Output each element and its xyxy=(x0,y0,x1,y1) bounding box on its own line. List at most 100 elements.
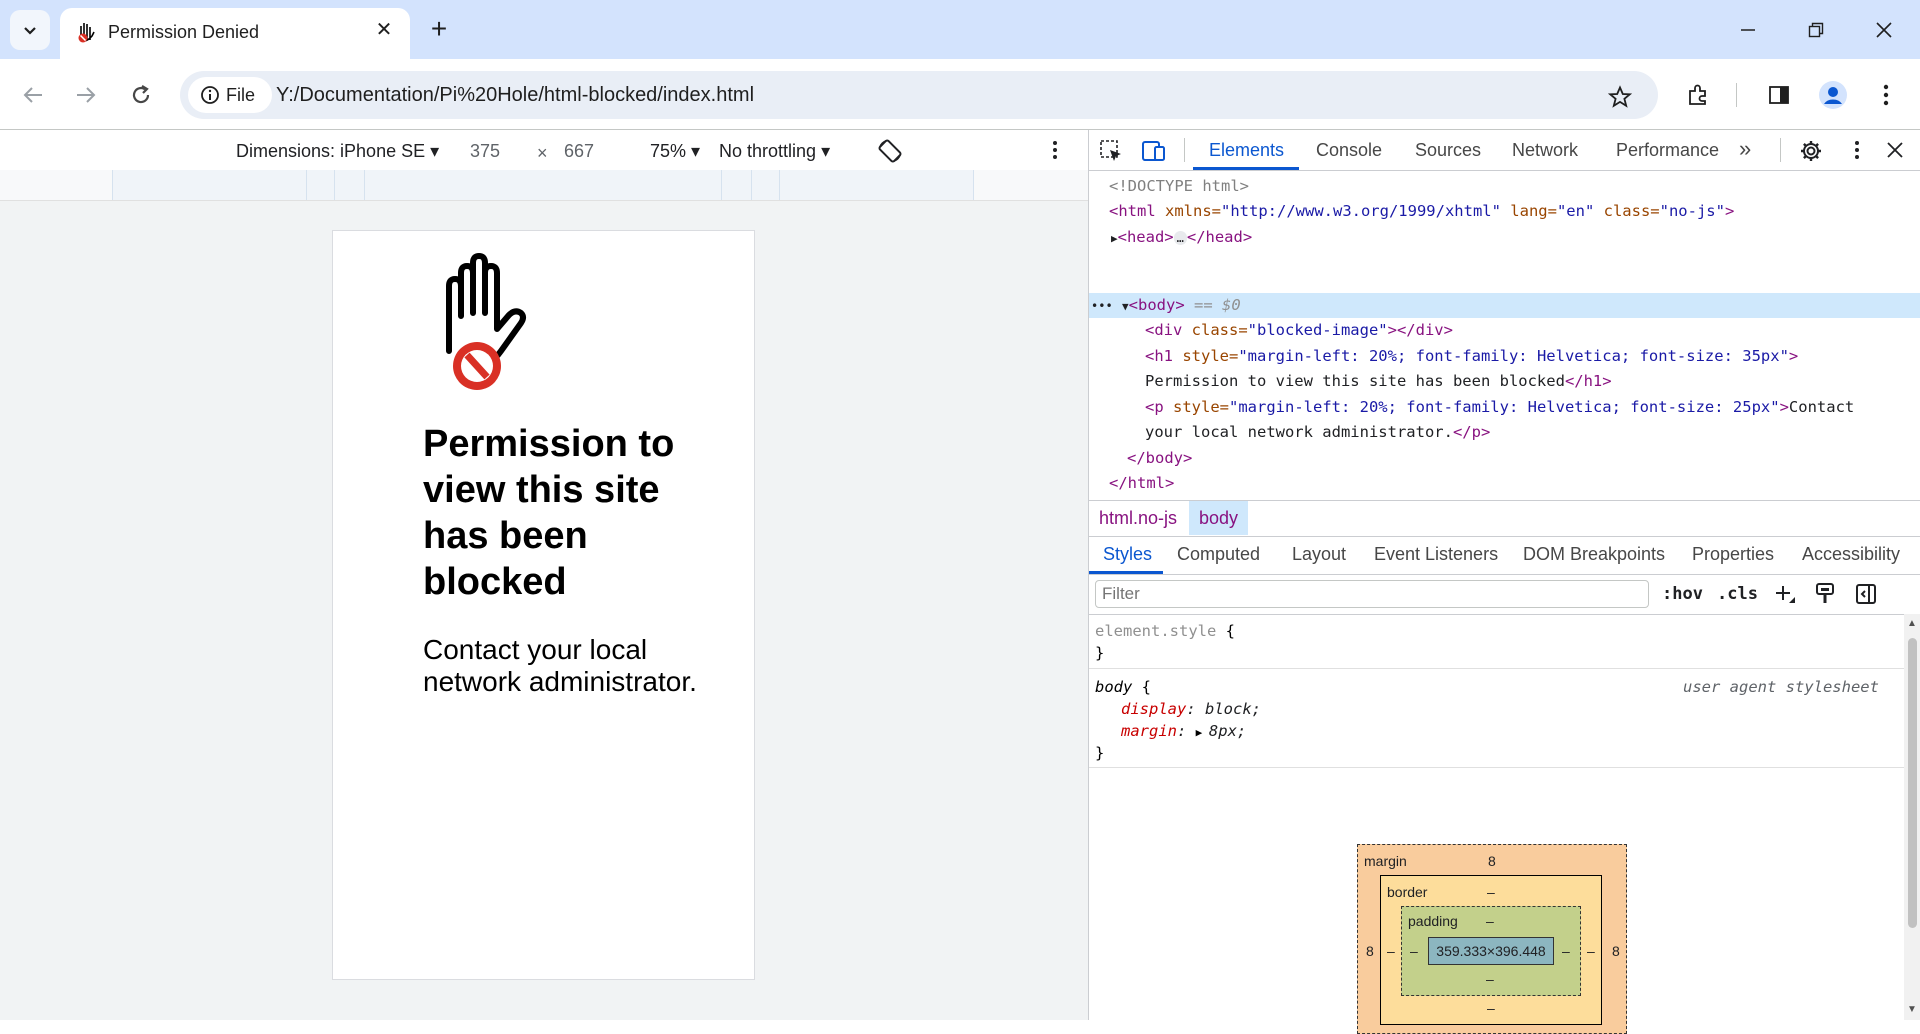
dom-node-head[interactable]: ▶<head>… </head> xyxy=(1111,225,1252,250)
expand-triangle-icon[interactable]: ▶ xyxy=(1196,726,1209,739)
close-devtools-icon[interactable] xyxy=(1886,141,1904,164)
tab-event-listeners[interactable]: Event Listeners xyxy=(1374,544,1498,565)
site-info-chip[interactable]: File xyxy=(188,77,272,113)
tab-search-button[interactable] xyxy=(10,10,50,50)
scroll-up-arrow-icon[interactable]: ▲ xyxy=(1907,618,1917,629)
browser-menu-icon[interactable] xyxy=(1866,75,1906,115)
css-declaration[interactable]: display: block; xyxy=(1121,698,1261,720)
tab-elements[interactable]: Elements xyxy=(1209,140,1284,161)
dom-node-body-close[interactable]: </body> xyxy=(1127,446,1192,471)
dom-node-p-text[interactable]: your local network administrator.</p> xyxy=(1145,420,1490,445)
tab-properties[interactable]: Properties xyxy=(1692,544,1774,565)
color-format-brush-icon[interactable] xyxy=(1814,582,1836,611)
device-toolbar: Dimensions: iPhone SE ▾ 375 × 667 75% ▾ … xyxy=(0,130,1088,171)
tab-computed[interactable]: Computed xyxy=(1177,544,1260,565)
page-message: Contact your local network administrator… xyxy=(423,634,697,697)
device-dimensions-select[interactable]: Dimensions: iPhone SE ▾ xyxy=(236,141,439,162)
side-panel-icon[interactable] xyxy=(1759,75,1799,115)
body-style-rule[interactable]: body { xyxy=(1095,676,1151,698)
dom-node-p[interactable]: <p style="margin-left: 20%; font-family:… xyxy=(1145,395,1854,420)
box-model-margin-right[interactable]: 8 xyxy=(1612,943,1620,959)
profile-avatar-icon[interactable] xyxy=(1813,75,1853,115)
box-model-margin-top[interactable]: 8 xyxy=(1488,853,1496,869)
element-style-rule[interactable]: element.style { xyxy=(1095,620,1235,642)
box-model-border-top[interactable]: – xyxy=(1487,884,1495,900)
tab-title: Permission Denied xyxy=(108,22,260,42)
box-model-border-right[interactable]: – xyxy=(1587,943,1595,959)
extensions-puzzle-icon[interactable] xyxy=(1678,75,1718,115)
box-model-border-left[interactable]: – xyxy=(1387,943,1395,959)
box-model-content[interactable]: 359.333×396.448 xyxy=(1428,937,1554,965)
hov-toggle[interactable]: :hov xyxy=(1662,584,1703,604)
styles-scrollbar[interactable]: ▲ ▼ xyxy=(1904,614,1920,1020)
tab-console[interactable]: Console xyxy=(1316,140,1382,161)
close-window-icon[interactable] xyxy=(1850,0,1918,59)
box-model-border-bottom[interactable]: – xyxy=(1487,1000,1495,1016)
box-model-padding-right[interactable]: – xyxy=(1562,943,1570,959)
dom-node-html-close[interactable]: </html> xyxy=(1109,471,1174,496)
settings-gear-icon[interactable] xyxy=(1799,139,1823,168)
throttling-select[interactable]: No throttling ▾ xyxy=(719,141,830,162)
dom-node-html[interactable]: <html xmlns="http://www.w3.org/1999/xhtm… xyxy=(1109,199,1734,224)
collapse-triangle-icon[interactable]: ▼ xyxy=(1122,300,1129,313)
box-model-padding-left[interactable]: – xyxy=(1410,943,1418,959)
body-close-tag: </body> xyxy=(1127,449,1193,467)
zoom-select[interactable]: 75% ▾ xyxy=(650,141,700,162)
css-declaration[interactable]: margin: ▶ 8px; xyxy=(1121,720,1246,742)
device-toggle-icon[interactable] xyxy=(1141,139,1167,168)
tab-close-icon[interactable]: ✕ xyxy=(372,18,396,42)
device-toolbar-more-icon[interactable] xyxy=(1052,140,1058,165)
box-model-padding-bottom[interactable]: – xyxy=(1486,971,1494,987)
head-open-tag: <head> xyxy=(1117,228,1174,246)
scroll-down-arrow-icon[interactable]: ▼ xyxy=(1907,1004,1917,1015)
new-style-rule-icon[interactable] xyxy=(1773,583,1797,612)
address-bar[interactable]: File Y:/Documentation/Pi%20Hole/html-blo… xyxy=(180,71,1658,119)
expand-triangle-icon[interactable]: ▶ xyxy=(1111,232,1118,245)
minimize-icon[interactable] xyxy=(1714,0,1782,59)
box-model-margin-label: margin xyxy=(1364,853,1407,869)
forward-arrow-icon[interactable] xyxy=(66,75,106,115)
tab-performance[interactable]: Performance xyxy=(1616,140,1719,161)
more-tabs-icon[interactable]: » xyxy=(1739,136,1751,162)
box-model-margin-left[interactable]: 8 xyxy=(1366,943,1374,959)
url-text[interactable]: Y:/Documentation/Pi%20Hole/html-blocked/… xyxy=(276,84,754,107)
new-tab-button[interactable]: + xyxy=(422,12,456,46)
cls-toggle[interactable]: .cls xyxy=(1717,584,1758,604)
box-model-padding[interactable]: padding – – – – 359.333×396.448 xyxy=(1401,906,1581,996)
styles-filter-input[interactable] xyxy=(1095,580,1649,608)
box-model-padding-top[interactable]: – xyxy=(1486,913,1494,929)
dom-node-body[interactable]: ••• ▼<body> == $0 xyxy=(1091,293,1241,318)
tab-styles[interactable]: Styles xyxy=(1103,544,1152,565)
bookmark-star-icon[interactable] xyxy=(1600,77,1640,117)
toggle-sidebar-icon[interactable] xyxy=(1854,582,1878,611)
device-height-field[interactable]: 667 xyxy=(564,141,594,162)
attr-value: "blocked-image" xyxy=(1247,321,1388,339)
devtools-menu-icon[interactable] xyxy=(1854,140,1860,165)
breadcrumb-html[interactable]: html.no-js xyxy=(1099,508,1177,529)
device-width-field[interactable]: 375 xyxy=(470,141,500,162)
reload-icon[interactable] xyxy=(121,75,161,115)
tab-dom-breakpoints[interactable]: DOM Breakpoints xyxy=(1523,544,1665,565)
scrollbar-thumb[interactable] xyxy=(1908,638,1917,928)
dom-node-div[interactable]: <div class="blocked-image"></div> xyxy=(1145,318,1453,343)
rotate-icon[interactable] xyxy=(876,137,904,170)
breadcrumb-body[interactable]: body xyxy=(1189,501,1249,535)
inspect-element-icon[interactable] xyxy=(1099,139,1123,168)
box-model-margin[interactable]: margin 8 8 8 border – – – padding – – – … xyxy=(1357,844,1627,1034)
collapsed-ellipsis[interactable]: … xyxy=(1173,231,1187,245)
dom-node-h1-text[interactable]: Permission to view this site has been bl… xyxy=(1145,369,1612,394)
attr-name: lang= xyxy=(1500,202,1557,220)
tab-layout[interactable]: Layout xyxy=(1292,544,1346,565)
box-model-border[interactable]: border – – – padding – – – – 359.333×396… xyxy=(1380,875,1602,1025)
tab-accessibility[interactable]: Accessibility xyxy=(1802,544,1900,565)
rule-source: user agent stylesheet xyxy=(1683,678,1879,696)
tab-network[interactable]: Network xyxy=(1512,140,1578,161)
restore-icon[interactable] xyxy=(1782,0,1850,59)
dom-node-h1[interactable]: <h1 style="margin-left: 20%; font-family… xyxy=(1145,344,1798,369)
back-arrow-icon[interactable] xyxy=(13,75,53,115)
media-query-bar-segment[interactable] xyxy=(364,170,722,200)
devtools-divider xyxy=(1184,138,1185,162)
tab-sources[interactable]: Sources xyxy=(1415,140,1481,161)
node-actions-ellipsis-icon[interactable]: ••• xyxy=(1091,299,1113,313)
browser-tab-active[interactable]: Permission Denied ✕ xyxy=(60,8,410,59)
